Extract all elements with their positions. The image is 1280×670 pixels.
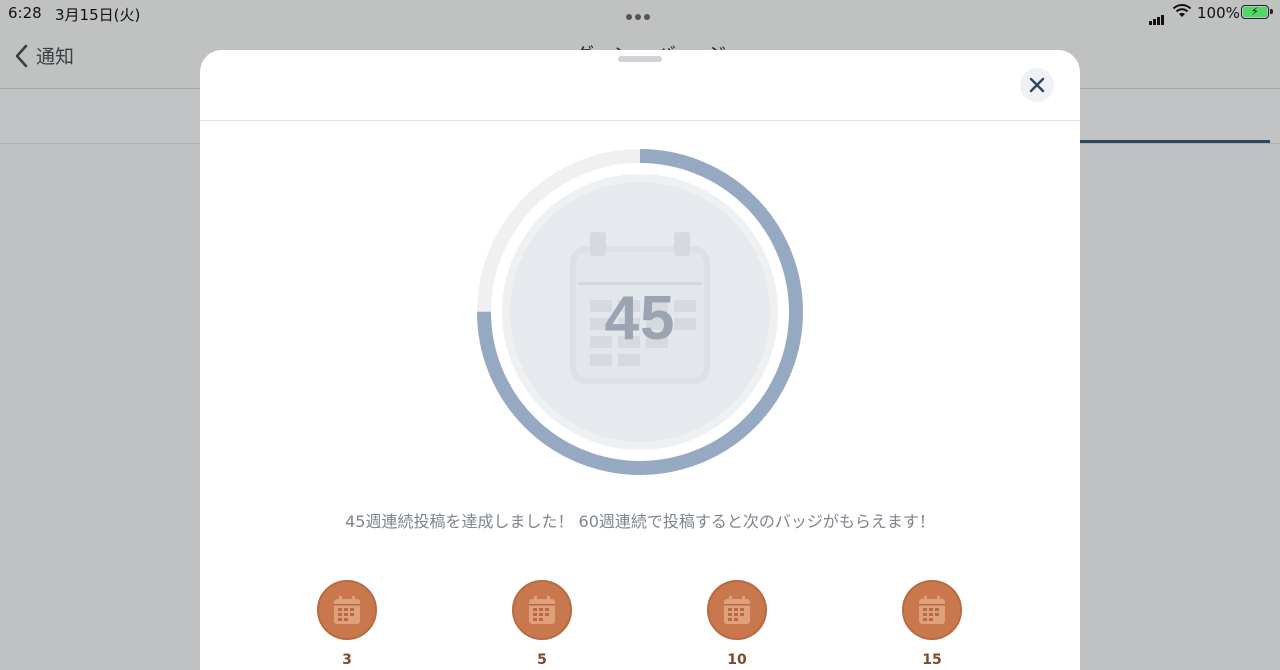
badge-count: 45 [604, 284, 676, 353]
calendar-icon [334, 596, 360, 624]
badge-item-3[interactable]: 3 [312, 580, 382, 668]
cellular-signal-icon [1149, 7, 1165, 25]
chevron-left-icon [15, 44, 28, 67]
badge-list: 3 5 10 15 [200, 580, 1080, 670]
status-time: 6:28 [8, 4, 42, 22]
bronze-medal-icon [512, 580, 572, 640]
status-date: 3月15日(火) [55, 6, 141, 24]
battery-percent: 100% [1197, 4, 1240, 22]
badge-label: 15 [922, 652, 942, 668]
calendar-icon [919, 596, 945, 624]
calendar-icon [724, 596, 750, 624]
badge-modal-sheet: 45 45週連続投稿を達成しました！ 60週連続で投稿すると次のバッジがもらえま… [200, 50, 1080, 670]
badge-label: 3 [342, 652, 352, 668]
multitasking-dots-icon[interactable] [626, 6, 653, 24]
badge-progress-ring: 45 [476, 148, 804, 476]
wifi-icon [1172, 3, 1192, 23]
bronze-medal-icon [902, 580, 962, 640]
sheet-grabber[interactable] [618, 56, 662, 62]
badge-item-5[interactable]: 5 [507, 580, 577, 668]
back-label: 通知 [36, 46, 75, 68]
calendar-icon [529, 596, 555, 624]
badge-label: 5 [537, 652, 547, 668]
bronze-medal-icon [317, 580, 377, 640]
status-bar: 6:28 3月15日(火) 100% ⚡ [0, 0, 1280, 26]
divider [200, 120, 1080, 121]
achievement-message: 45週連続投稿を達成しました！ 60週連続で投稿すると次のバッジがもらえます！ [345, 512, 935, 531]
back-button[interactable]: 通知 [14, 42, 74, 69]
close-icon [1029, 77, 1045, 93]
active-tab-indicator [1080, 140, 1270, 143]
close-button[interactable] [1020, 68, 1054, 102]
bronze-medal-icon [707, 580, 767, 640]
battery-charging-icon: ⚡ [1241, 5, 1273, 19]
badge-item-10[interactable]: 10 [702, 580, 772, 668]
badge-item-15[interactable]: 15 [897, 580, 967, 668]
badge-label: 10 [727, 652, 747, 668]
